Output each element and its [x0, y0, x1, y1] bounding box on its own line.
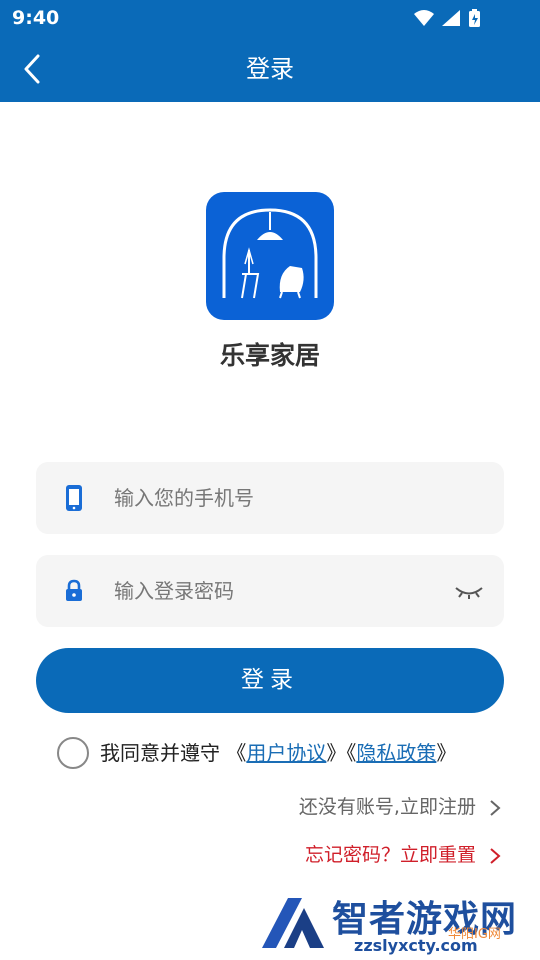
agree-checkbox[interactable] [57, 737, 89, 769]
phone-input[interactable]: 输入您的手机号 [36, 462, 504, 534]
login-screen: 9:40 登录 乐享家居 输入您的手机号 输入登录密码 登录 我同意并遵守 《用… [0, 0, 540, 960]
status-time: 9:40 [12, 7, 60, 29]
watermark-url: zzslyxcty.com [354, 936, 478, 955]
phone-icon [66, 485, 82, 511]
app-bar: 登录 [0, 36, 540, 102]
user-agreement-link[interactable]: 用户协议 [246, 741, 326, 765]
page-title: 登录 [246, 55, 294, 83]
lock-icon [66, 579, 82, 601]
forgot-password-link[interactable]: 忘记密码？立即重置 [305, 840, 502, 870]
forgot-label: 忘记密码？立即重置 [304, 844, 476, 866]
agreement-suffix: 》 [436, 741, 457, 765]
agreement-row: 我同意并遵守 《用户协议》《隐私政策》 [57, 736, 497, 770]
login-button[interactable]: 登录 [36, 648, 504, 713]
agreement-middle: 》《 [326, 741, 357, 765]
wifi-icon [414, 10, 434, 26]
agreement-text: 我同意并遵守 《用户协议》《隐私政策》 [100, 736, 456, 770]
agreement-prefix: 我同意并遵守 《 [100, 741, 247, 765]
app-logo [206, 192, 334, 320]
home-furniture-logo-icon [222, 208, 318, 299]
watermark-logo-icon [262, 898, 324, 948]
register-label: 还没有账号,立即注册 [298, 796, 476, 818]
battery-icon [469, 9, 480, 27]
password-input[interactable]: 输入登录密码 [36, 555, 504, 627]
header: 9:40 登录 [0, 0, 540, 102]
status-bar: 9:40 [0, 0, 540, 36]
status-icons [414, 9, 480, 27]
chevron-right-icon [490, 799, 501, 816]
chevron-right-icon [490, 847, 501, 864]
register-link[interactable]: 还没有账号,立即注册 [299, 792, 502, 822]
phone-placeholder: 输入您的手机号 [114, 486, 254, 510]
watermark: 智者游戏网 华阳IG网 zzslyxcty.com [258, 890, 538, 960]
app-name: 乐享家居 [219, 341, 320, 370]
signal-icon [442, 10, 460, 26]
eye-closed-icon[interactable] [454, 579, 484, 603]
password-placeholder: 输入登录密码 [114, 579, 234, 603]
privacy-policy-link[interactable]: 隐私政策 [356, 741, 436, 765]
